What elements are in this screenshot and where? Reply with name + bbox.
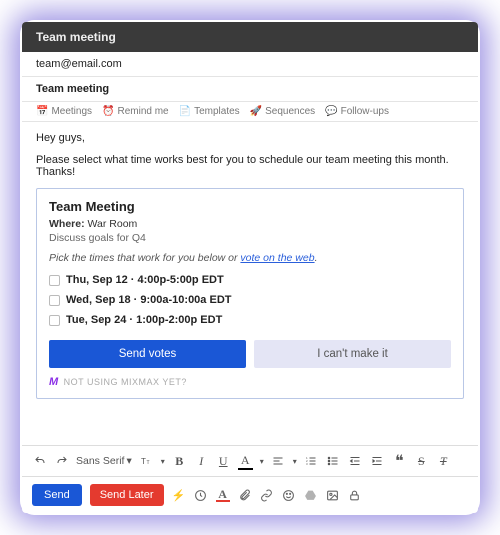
strikethrough-icon[interactable]: S [414, 454, 429, 469]
emoji-icon[interactable] [282, 488, 296, 502]
poll-instructions: Pick the times that work for you below o… [49, 252, 451, 264]
indent-less-icon[interactable] [348, 455, 363, 467]
clock-icon: ⏰ [102, 106, 114, 117]
svg-text:T: T [141, 457, 146, 466]
send-button[interactable]: Send [32, 484, 82, 506]
undo-icon[interactable] [32, 455, 47, 467]
poll-card: Team Meeting Where: War Room Discuss goa… [36, 188, 464, 399]
format-toolbar: Sans Serif ▾ TT ▾ B I U A ▾ ▾ 123 ❝ S T [22, 445, 478, 477]
checkbox-icon[interactable] [49, 295, 60, 306]
send-votes-button[interactable]: Send votes [49, 340, 246, 368]
chevron-down-icon[interactable]: ▾ [293, 457, 297, 466]
checkbox-icon[interactable] [49, 275, 60, 286]
font-size-icon[interactable]: TT [139, 455, 154, 467]
rocket-icon: 🚀 [250, 106, 262, 117]
attach-icon[interactable] [238, 488, 252, 502]
checkbox-icon[interactable] [49, 315, 60, 326]
italic-icon[interactable]: I [194, 454, 209, 469]
poll-buttons: Send votes I can't make it [49, 340, 451, 368]
time-slot-0[interactable]: Thu, Sep 12 · 4:00p-5:00p EDT [49, 270, 451, 290]
chevron-down-icon[interactable]: ▾ [161, 457, 165, 466]
redo-icon[interactable] [54, 455, 69, 467]
clear-format-icon[interactable]: T [436, 454, 451, 469]
mm-followups[interactable]: 💬Follow-ups [325, 106, 389, 117]
mixmax-bar: 📅Meetings ⏰Remind me 📄Templates 🚀Sequenc… [22, 102, 478, 122]
lock-icon[interactable] [348, 488, 362, 502]
bold-icon[interactable]: B [172, 454, 187, 469]
numbered-list-icon[interactable]: 123 [304, 455, 319, 467]
to-field[interactable]: team@email.com [22, 52, 478, 77]
font-family-select[interactable]: Sans Serif ▾ [76, 455, 132, 467]
mixmax-promo[interactable]: M NOT USING MIXMAX YET? [49, 376, 451, 388]
body-line: Please select what time works best for y… [36, 154, 464, 178]
text-color-icon[interactable]: A [238, 453, 253, 470]
vote-web-link[interactable]: vote on the web [240, 252, 314, 264]
svg-text:T: T [147, 460, 150, 466]
align-icon[interactable] [271, 455, 286, 467]
cant-make-it-button[interactable]: I can't make it [254, 340, 451, 368]
subject-field[interactable]: Team meeting [22, 77, 478, 102]
calendar-icon: 📅 [36, 106, 48, 117]
mixmax-logo-icon: M [49, 376, 59, 388]
window-titlebar[interactable]: Team meeting [22, 22, 478, 52]
chevron-down-icon: ▾ [126, 455, 131, 467]
mm-remind[interactable]: ⏰Remind me [102, 106, 169, 117]
time-slot-1[interactable]: Wed, Sep 18 · 9:00a-10:00a EDT [49, 290, 451, 310]
compose-window: Team meeting team@email.com Team meeting… [22, 22, 478, 513]
poll-where: Where: War Room [49, 218, 451, 230]
image-icon[interactable] [326, 488, 340, 502]
lightning-icon[interactable]: ⚡ [172, 488, 186, 502]
template-icon: 📄 [179, 106, 191, 117]
poll-description: Discuss goals for Q4 [49, 232, 451, 244]
quote-icon[interactable]: ❝ [392, 451, 407, 471]
svg-text:3: 3 [306, 462, 308, 466]
mm-sequences[interactable]: 🚀Sequences [250, 106, 316, 117]
underline-icon[interactable]: U [216, 454, 231, 469]
send-later-button[interactable]: Send Later [90, 484, 164, 506]
text-format-icon[interactable]: A [216, 488, 230, 502]
schedule-icon[interactable] [194, 488, 208, 502]
window-title: Team meeting [36, 30, 116, 44]
followup-icon: 💬 [325, 106, 337, 117]
greeting-line: Hey guys, [36, 132, 464, 144]
bullet-list-icon[interactable] [326, 455, 341, 467]
link-icon[interactable] [260, 488, 274, 502]
time-slot-2[interactable]: Tue, Sep 24 · 1:00p-2:00p EDT [49, 310, 451, 330]
chevron-down-icon[interactable]: ▾ [260, 457, 264, 466]
email-body[interactable]: Hey guys, Please select what time works … [22, 122, 478, 445]
action-toolbar: Send Send Later ⚡ A [22, 477, 478, 513]
poll-title: Team Meeting [49, 199, 451, 214]
drive-icon[interactable] [304, 488, 318, 502]
mm-meetings[interactable]: 📅Meetings [36, 106, 92, 117]
indent-more-icon[interactable] [370, 455, 385, 467]
mm-templates[interactable]: 📄Templates [179, 106, 240, 117]
